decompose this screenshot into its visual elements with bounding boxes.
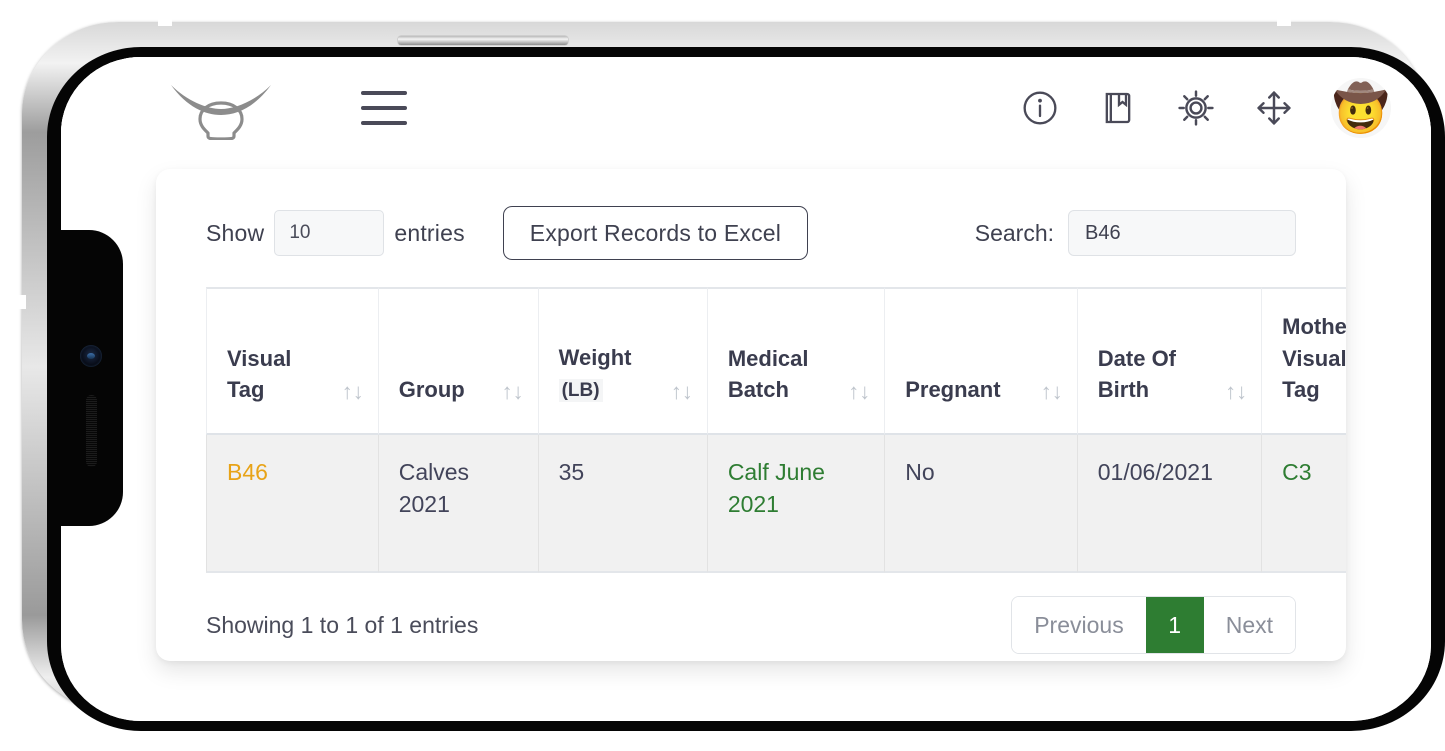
- page-length-input[interactable]: [274, 210, 385, 256]
- export-to-excel-button[interactable]: Export Records to Excel: [502, 206, 809, 260]
- column-header-weight[interactable]: Weight (LB) ↑↓: [538, 287, 708, 435]
- pagination-previous-button[interactable]: Previous: [1012, 597, 1146, 653]
- registration-tick-left: [16, 295, 26, 309]
- sort-icon[interactable]: ↑↓: [848, 381, 870, 405]
- cell-medical-batch[interactable]: Calf June 2021: [707, 435, 886, 573]
- column-header-medical-batch[interactable]: Medical Batch ↑↓: [707, 287, 886, 435]
- hamburger-bar: [361, 91, 407, 95]
- cell-group: Calves 2021: [378, 435, 539, 573]
- registration-tick-right: [1421, 570, 1431, 584]
- cell-date-of-birth: 01/06/2021: [1077, 435, 1263, 573]
- table-row[interactable]: B46 Calves 2021 35 Calf June 2021 No 01/…: [206, 435, 1346, 573]
- column-label: Pregnant: [905, 376, 1001, 402]
- search-input[interactable]: [1068, 210, 1296, 256]
- app-viewport: 🤠 Show entries Export Records to Excel S…: [61, 57, 1431, 721]
- user-avatar[interactable]: 🤠: [1331, 78, 1391, 138]
- registration-tick-top-left: [158, 16, 172, 26]
- pagination-page-1-button[interactable]: 1: [1145, 597, 1204, 653]
- phone-notch: [61, 230, 123, 526]
- hamburger-menu-button[interactable]: [361, 91, 407, 125]
- bookmark-book-icon[interactable]: [1097, 87, 1139, 129]
- column-header-group[interactable]: Group ↑↓: [378, 287, 539, 435]
- cell-weight: 35: [538, 435, 708, 573]
- phone-frame: 🤠 Show entries Export Records to Excel S…: [22, 22, 1445, 731]
- gear-icon[interactable]: [1175, 87, 1217, 129]
- column-label: Mother Visual Tag: [1282, 314, 1346, 402]
- screenshot-stage: 🤠 Show entries Export Records to Excel S…: [0, 0, 1445, 751]
- showing-entries-text: Showing 1 to 1 of 1 entries: [206, 611, 479, 638]
- table-footer: Showing 1 to 1 of 1 entries Previous 1 N…: [206, 595, 1296, 655]
- front-camera-icon: [80, 345, 102, 367]
- column-label: Weight (LB): [558, 342, 632, 405]
- app-header: 🤠: [61, 57, 1431, 159]
- column-label: Visual Tag: [227, 345, 292, 402]
- sort-icon[interactable]: ↑↓: [502, 381, 524, 405]
- expand-arrows-icon[interactable]: [1253, 87, 1295, 129]
- registration-tick-top-right: [1277, 16, 1291, 26]
- column-label: Group: [398, 376, 465, 402]
- registration-tick-bottom-left: [158, 708, 172, 718]
- table-controls: Show entries Export Records to Excel Sea…: [206, 205, 1296, 261]
- column-label-text: Weight: [558, 344, 632, 370]
- hamburger-bar: [361, 106, 407, 110]
- column-label: Medical Batch: [727, 345, 809, 402]
- table-body: B46 Calves 2021 35 Calf June 2021 No 01/…: [206, 435, 1346, 573]
- sort-icon[interactable]: ↑↓: [342, 381, 364, 405]
- cell-visual-tag[interactable]: B46: [206, 435, 379, 573]
- cell-mother-visual-tag[interactable]: C3: [1262, 435, 1346, 573]
- table-header-row: Visual Tag ↑↓ Group ↑↓ Weight (LB) ↑↓ Me…: [206, 287, 1346, 435]
- column-header-visual-tag[interactable]: Visual Tag ↑↓: [206, 287, 379, 435]
- cell-pregnant: No: [885, 435, 1078, 573]
- earpiece-speaker: [86, 395, 97, 467]
- records-card: Show entries Export Records to Excel Sea…: [156, 169, 1346, 661]
- avatar-glyph: 🤠: [1332, 82, 1390, 134]
- table-scroll-region[interactable]: Visual Tag ↑↓ Group ↑↓ Weight (LB) ↑↓ Me…: [206, 287, 1346, 573]
- records-table: Visual Tag ↑↓ Group ↑↓ Weight (LB) ↑↓ Me…: [206, 287, 1346, 573]
- longhorn-bull-logo[interactable]: [167, 76, 275, 141]
- column-header-date-of-birth[interactable]: Date Of Birth ↑↓: [1077, 287, 1263, 435]
- sort-icon[interactable]: ↑↓: [1041, 381, 1063, 405]
- sort-icon[interactable]: ↑↓: [1225, 381, 1247, 405]
- search-group: Search:: [975, 210, 1296, 256]
- info-icon[interactable]: [1019, 87, 1061, 129]
- power-button[interactable]: [398, 36, 568, 45]
- hamburger-bar: [361, 121, 407, 125]
- column-label: Date Of Birth: [1097, 345, 1177, 402]
- app-header-actions: 🤠: [1019, 78, 1391, 138]
- entries-label: entries: [394, 219, 465, 246]
- search-label: Search:: [974, 219, 1054, 246]
- sort-icon[interactable]: ↑↓: [671, 381, 693, 405]
- pagination: Previous 1 Next: [1011, 596, 1296, 654]
- column-header-mother-visual-tag[interactable]: Mother Visual Tag ↑↓: [1262, 287, 1346, 435]
- pagination-next-button[interactable]: Next: [1203, 597, 1295, 653]
- phone-screen: 🤠 Show entries Export Records to Excel S…: [61, 57, 1431, 721]
- column-header-pregnant[interactable]: Pregnant ↑↓: [885, 287, 1078, 435]
- table-head: Visual Tag ↑↓ Group ↑↓ Weight (LB) ↑↓ Me…: [206, 287, 1346, 435]
- show-label: Show: [206, 219, 265, 246]
- column-unit: (LB): [558, 379, 603, 403]
